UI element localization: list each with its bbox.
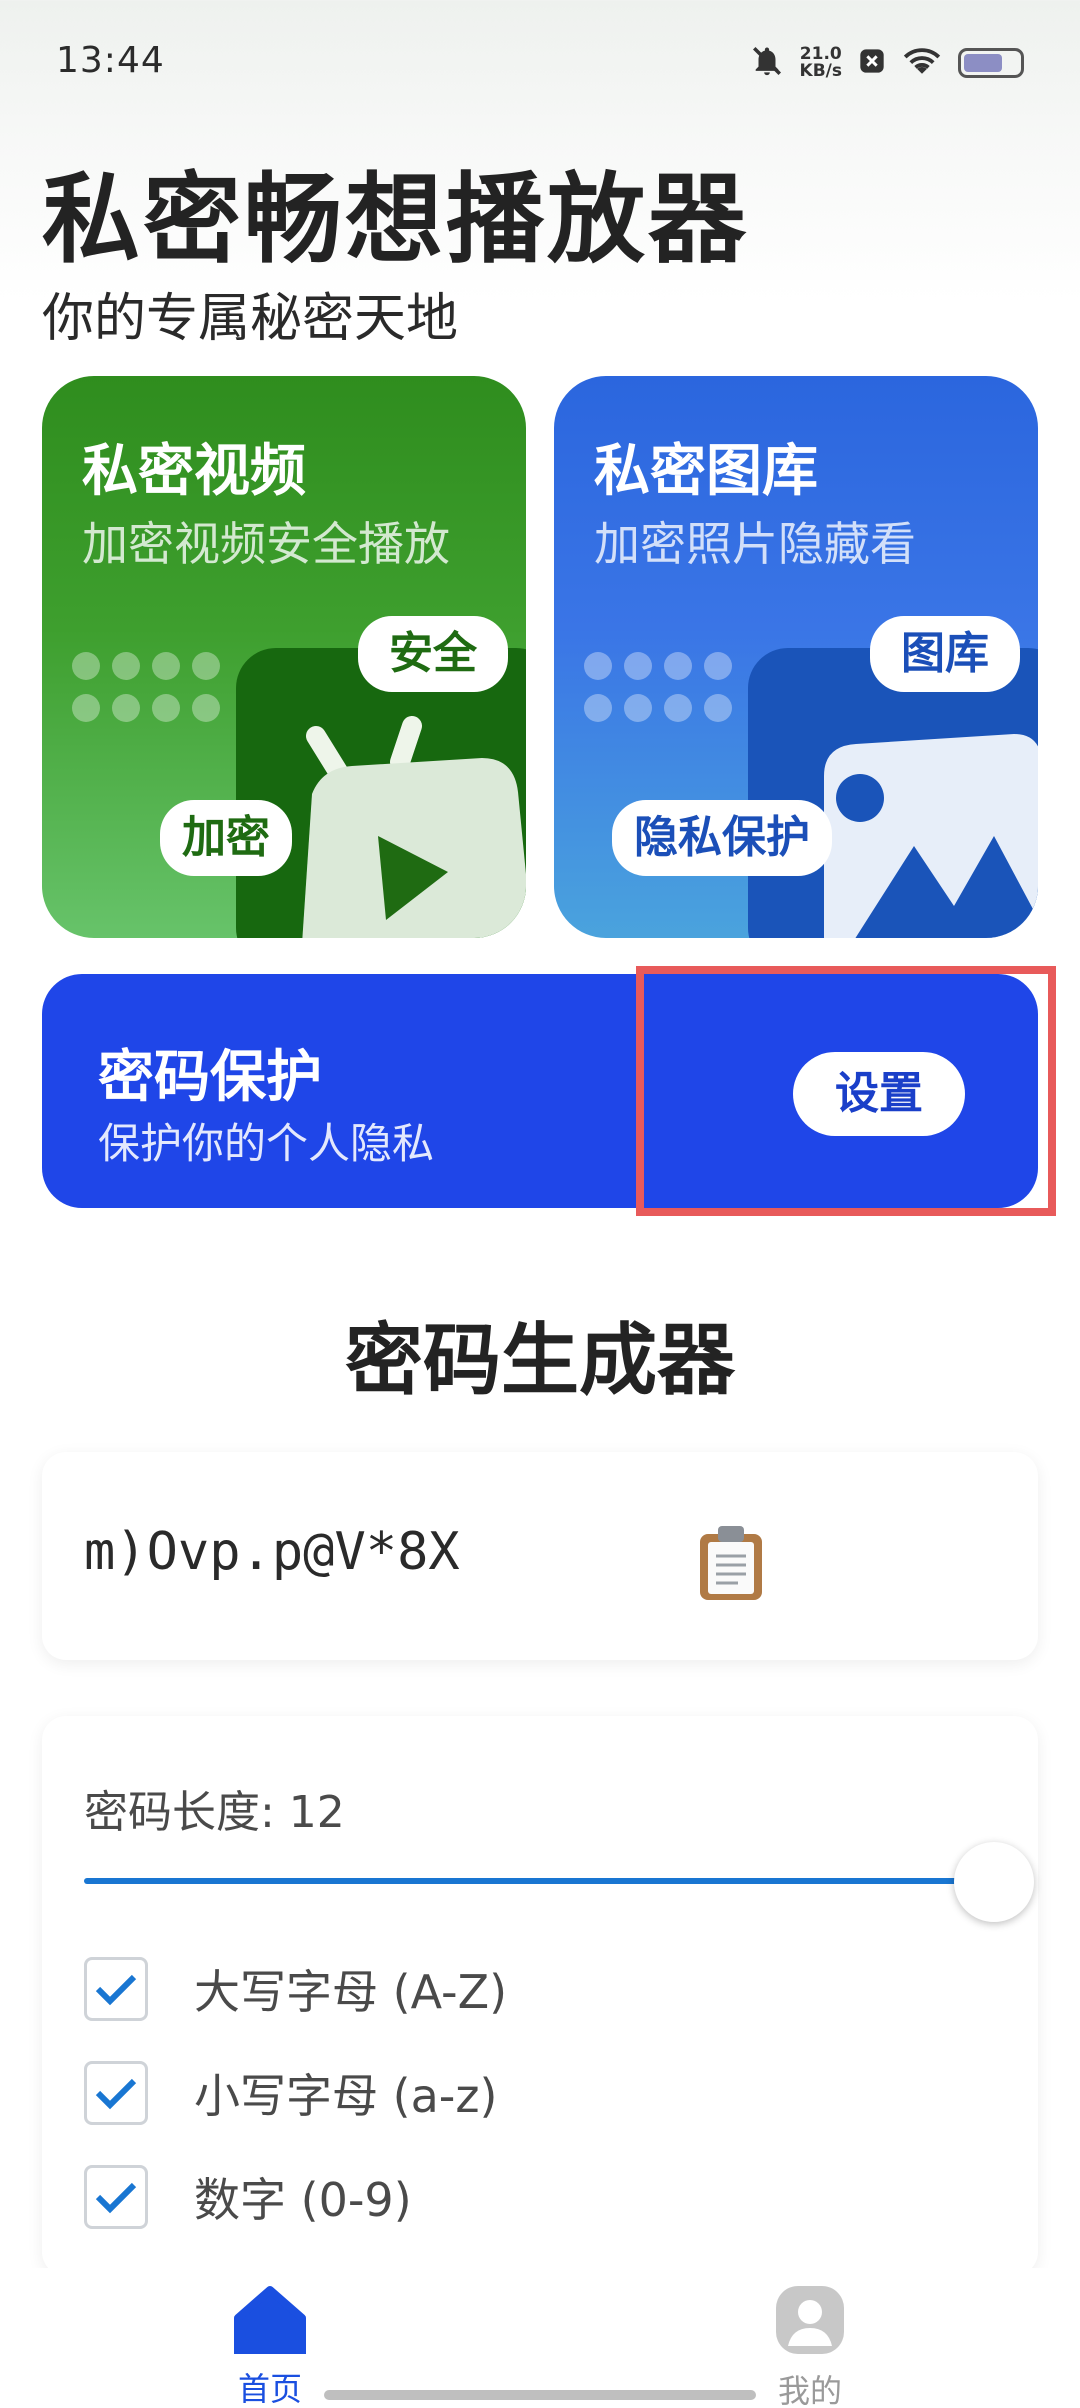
gallery-card-desc: 加密照片隐藏看 [594,517,916,571]
clipboard-icon[interactable] [696,1524,766,1606]
highlight-box [636,966,1056,1216]
bottom-nav: 首页 我的 [0,2268,1080,2408]
video-badge-encrypt: 加密 [160,800,292,876]
protect-title: 密码保护 [98,1045,322,1110]
home-indicator [324,2390,756,2400]
app-subtitle: 你的专属秘密天地 [42,289,459,349]
option-uppercase[interactable]: 大写字母 (A-Z) [84,1956,507,2022]
private-video-card[interactable]: 私密视频 加密视频安全播放 安全 加密 [42,376,526,938]
password-display-card: m)Ovp.p@V*8X [42,1452,1038,1660]
battery-fill [964,54,1002,72]
lowercase-label: 小写字母 (a-z) [194,2069,498,2123]
gallery-badge-library: 图库 [870,616,1020,692]
tv-play-icon [282,716,526,938]
video-card-desc: 加密视频安全播放 [82,517,450,571]
nav-home-label: 首页 [237,2370,302,2408]
image-icon [804,726,1038,938]
length-slider-thumb[interactable] [954,1842,1034,1922]
video-badge-secure: 安全 [358,616,508,692]
generator-title: 密码生成器 [344,1316,735,1406]
profile-icon [774,2284,846,2360]
option-lowercase[interactable]: 小写字母 (a-z) [84,2060,497,2126]
gallery-badge-privacy: 隐私保护 [612,800,832,876]
video-card-title: 私密视频 [82,439,306,504]
digits-checkbox[interactable] [84,2165,148,2229]
protect-desc: 保护你的个人隐私 [98,1119,435,1168]
password-length-label: 密码长度: 12 [84,1787,345,1838]
dots-decoration [72,652,220,722]
battery-icon [958,48,1024,78]
password-options-card: 密码长度: 12 大写字母 (A-Z) 小写字母 (a-z) 数字 (0-9) [42,1716,1038,2276]
net-speed-unit: KB/s [799,61,842,81]
nav-home[interactable]: 首页 [190,2284,350,2408]
digits-label: 数字 (0-9) [194,2173,412,2227]
wifi-icon [902,45,942,81]
length-slider-track[interactable] [84,1878,1004,1884]
nav-profile-label: 我的 [777,2372,842,2408]
nav-profile[interactable]: 我的 [730,2284,890,2408]
uppercase-label: 大写字母 (A-Z) [194,1965,508,2019]
status-icons: 21.0 KB/s [750,38,1024,88]
app-title: 私密畅想播放器 [42,163,750,277]
lowercase-checkbox[interactable] [84,2061,148,2125]
uppercase-checkbox[interactable] [84,1957,148,2021]
private-gallery-card[interactable]: 私密图库 加密照片隐藏看 图库 隐私保护 [554,376,1038,938]
gallery-card-title: 私密图库 [594,439,818,504]
dots-decoration [584,652,732,722]
bell-mute-icon [750,44,784,82]
generated-password: m)Ovp.p@V*8X [84,1522,460,1582]
option-digits[interactable]: 数字 (0-9) [84,2164,412,2230]
status-time: 13:44 [56,40,165,81]
home-icon [232,2284,308,2358]
app-notification-icon [858,47,886,79]
net-speed: 21.0 KB/s [800,46,842,80]
